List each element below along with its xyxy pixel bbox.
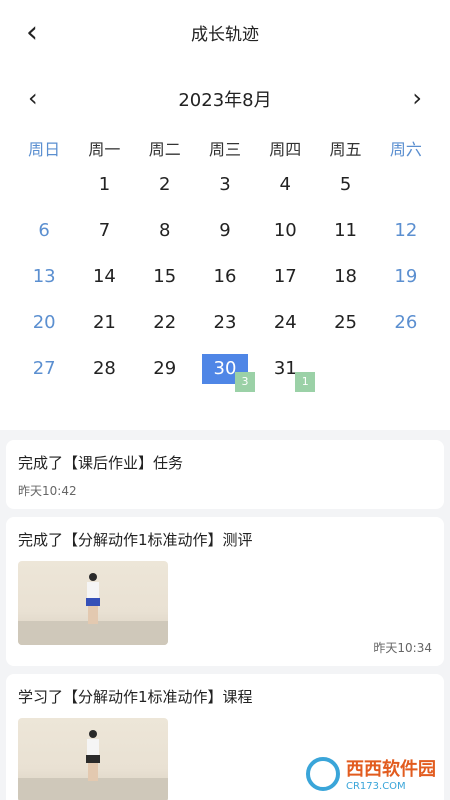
calendar-day-12[interactable]: 12: [376, 216, 436, 262]
next-month-icon[interactable]: ›: [412, 84, 422, 112]
activity-count-badge: 1: [295, 372, 316, 392]
calendar-grid: 1 2 3 4 5 6 7 8 9 10 11 12 13 14 15 16 17 18 19 20 21 22 23 24 2…: [14, 170, 436, 400]
calendar-day-empty: [376, 354, 436, 400]
day-number: 15: [153, 266, 177, 287]
weekday-fri: 周五: [329, 140, 362, 159]
calendar-day-18[interactable]: 18: [315, 262, 375, 308]
feed-card-time: 昨天10:42: [18, 484, 77, 498]
watermark: 西西软件园 CR173.COM: [306, 755, 436, 792]
day-number: 2: [158, 174, 171, 195]
calendar-day-2[interactable]: 2: [135, 170, 195, 216]
day-number: 19: [394, 266, 418, 287]
day-number: 20: [32, 312, 56, 333]
calendar-day-6[interactable]: 6: [14, 216, 74, 262]
calendar-day-empty: [14, 170, 74, 216]
day-number: 26: [394, 312, 418, 333]
day-number: 8: [158, 220, 171, 241]
calendar-day-17[interactable]: 17: [255, 262, 315, 308]
day-number: 24: [273, 312, 297, 333]
day-number: 18: [334, 266, 358, 287]
day-number: 10: [273, 220, 297, 241]
calendar-day-1[interactable]: 1: [74, 170, 134, 216]
day-number: 28: [92, 358, 116, 379]
calendar-day-19[interactable]: 19: [376, 262, 436, 308]
feed-card[interactable]: 完成了【分解动作1标准动作】测评 昨天10:34: [6, 517, 444, 666]
day-number: 16: [213, 266, 237, 287]
calendar-day-20[interactable]: 20: [14, 308, 74, 354]
weekday-mon: 周一: [88, 140, 121, 159]
calendar-day-24[interactable]: 24: [255, 308, 315, 354]
day-number: 7: [98, 220, 111, 241]
day-number: 25: [334, 312, 358, 333]
calendar-day-27[interactable]: 27: [14, 354, 74, 400]
person-figure: [86, 730, 100, 784]
day-number: 1: [98, 174, 111, 195]
watermark-logo-icon: [306, 756, 340, 791]
feed-card-title: 学习了【分解动作1标准动作】课程: [18, 688, 253, 706]
person-figure: [86, 573, 100, 627]
watermark-sub: CR173.COM: [346, 781, 406, 792]
weekday-wed: 周三: [208, 140, 241, 159]
day-number: 4: [279, 174, 291, 195]
top-bar: ‹ 成长轨迹: [0, 0, 450, 64]
calendar-day-22[interactable]: 22: [135, 308, 195, 354]
calendar-day-3[interactable]: 3: [195, 170, 255, 216]
month-label: 2023年8月: [178, 90, 272, 111]
day-number: 13: [32, 266, 56, 287]
weekday-tue: 周二: [148, 140, 181, 159]
calendar-day-21[interactable]: 21: [74, 308, 134, 354]
calendar-day-30[interactable]: 30 3: [195, 354, 255, 400]
day-number: 3: [219, 174, 231, 195]
weekday-thu: 周四: [269, 140, 302, 159]
day-number: 29: [153, 358, 177, 379]
feed-card[interactable]: 完成了【课后作业】任务 昨天10:42: [6, 440, 444, 509]
month-navigator: ‹ 2023年8月 ›: [0, 84, 450, 112]
activity-count-badge: 3: [234, 372, 255, 392]
calendar-day-31[interactable]: 31 1: [255, 354, 316, 400]
day-number: 17: [273, 266, 297, 287]
day-number: 12: [394, 220, 418, 241]
calendar-day-28[interactable]: 28: [74, 354, 134, 400]
video-thumbnail[interactable]: [18, 718, 168, 800]
day-number: 11: [334, 220, 358, 241]
calendar-day-10[interactable]: 10: [255, 216, 315, 262]
calendar-day-11[interactable]: 11: [315, 216, 375, 262]
calendar-day-5[interactable]: 5: [315, 170, 375, 216]
day-number: 14: [92, 266, 116, 287]
weekday-sat: 周六: [389, 140, 422, 159]
day-number: 9: [219, 220, 231, 241]
day-number: 21: [92, 312, 116, 333]
page-title: 成长轨迹: [191, 25, 259, 45]
day-number: 6: [38, 220, 50, 241]
calendar-day-15[interactable]: 15: [135, 262, 195, 308]
day-number: 5: [339, 174, 352, 195]
feed-card-title: 完成了【分解动作1标准动作】测评: [18, 531, 253, 549]
calendar-day-13[interactable]: 13: [14, 262, 74, 308]
calendar-day-25[interactable]: 25: [315, 308, 375, 354]
watermark-text: 西西软件园: [346, 759, 436, 780]
calendar-day-29[interactable]: 29: [135, 354, 195, 400]
calendar-day-empty: [376, 170, 436, 216]
calendar-day-8[interactable]: 8: [135, 216, 195, 262]
calendar-day-7[interactable]: 7: [74, 216, 134, 262]
day-number: 27: [32, 358, 56, 379]
day-number: 23: [213, 312, 237, 333]
calendar-day-23[interactable]: 23: [195, 308, 255, 354]
calendar-day-empty: [315, 354, 375, 400]
day-number: 22: [153, 312, 177, 333]
calendar-day-4[interactable]: 4: [255, 170, 315, 216]
activity-feed: 完成了【课后作业】任务 昨天10:42 完成了【分解动作1标准动作】测评 昨天1…: [0, 430, 450, 800]
calendar-day-16[interactable]: 16: [195, 262, 255, 308]
feed-card-title: 完成了【课后作业】任务: [18, 454, 184, 472]
calendar-day-14[interactable]: 14: [74, 262, 134, 308]
calendar-day-9[interactable]: 9: [195, 216, 255, 262]
calendar-day-26[interactable]: 26: [376, 308, 436, 354]
video-thumbnail[interactable]: [18, 561, 168, 645]
weekday-sun: 周日: [28, 140, 61, 159]
weekday-header: 周日 周一 周二 周三 周四 周五 周六: [14, 136, 436, 160]
